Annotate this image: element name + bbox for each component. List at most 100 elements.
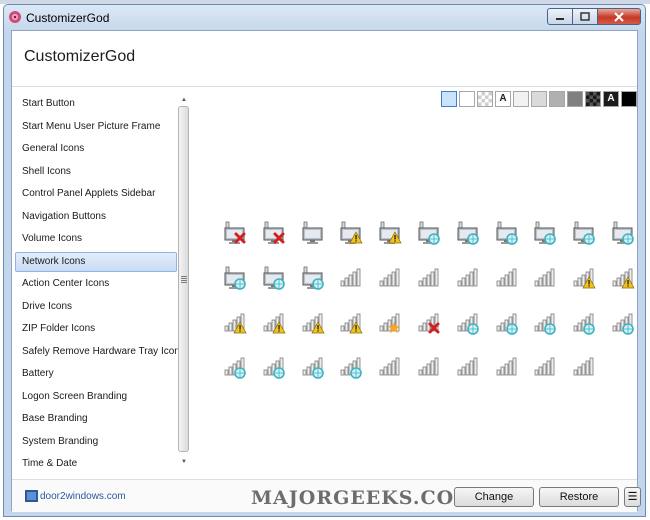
network-signal-bars-icon[interactable] [495, 266, 519, 290]
page-title: CustomizerGod [24, 48, 136, 65]
sidebar-item-battery[interactable]: Battery [15, 364, 177, 384]
network-signal-globe-icon[interactable] [611, 311, 635, 335]
network-signal-bars-icon[interactable] [378, 266, 402, 290]
network-monitor-globe-icon[interactable] [572, 221, 596, 245]
background-swatch-2[interactable] [459, 91, 475, 107]
background-swatch-5[interactable] [513, 91, 529, 107]
door2windows-logo-icon [25, 490, 38, 502]
sidebar-item-action-center-icons[interactable]: Action Center Icons [15, 274, 177, 294]
preview-background-selector: AA [441, 91, 639, 107]
header: CustomizerGod [12, 31, 637, 87]
network-monitor-globe-icon[interactable] [223, 266, 247, 290]
network-signal-warning-icon[interactable] [301, 311, 325, 335]
network-signal-globe-icon[interactable] [456, 311, 480, 335]
restore-button[interactable]: Restore [539, 487, 619, 507]
network-signal-globe-icon[interactable] [223, 355, 247, 379]
network-signal-bars-icon[interactable] [495, 355, 519, 379]
change-button[interactable]: Change [454, 487, 534, 507]
network-monitor-globe-icon[interactable] [262, 266, 286, 290]
title-bar[interactable]: CustomizerGod [4, 5, 645, 30]
category-scrollbar[interactable]: ▲ ▼ [178, 95, 190, 467]
sidebar-item-navigation-buttons[interactable]: Navigation Buttons [15, 207, 177, 227]
network-signal-globe-icon[interactable] [572, 311, 596, 335]
network-signal-warning-icon[interactable] [262, 311, 286, 335]
door2windows-link[interactable]: door2windows.com [40, 491, 126, 502]
sidebar-item-start-menu-user-picture-frame[interactable]: Start Menu User Picture Frame [15, 117, 177, 137]
sidebar-item-control-panel-applets-sidebar[interactable]: Control Panel Applets Sidebar [15, 184, 177, 204]
sidebar-item-drive-icons[interactable]: Drive Icons [15, 297, 177, 317]
sidebar-item-zip-folder-icons[interactable]: ZIP Folder Icons [15, 319, 177, 339]
sidebar-item-network-icons[interactable]: Network Icons [15, 251, 177, 272]
network-signal-bars-icon[interactable] [456, 355, 480, 379]
background-swatch-6[interactable] [531, 91, 547, 107]
app-flower-icon [9, 11, 21, 23]
background-swatch-3[interactable] [477, 91, 493, 107]
network-monitor-warning-icon[interactable] [378, 221, 402, 245]
network-monitor-icon[interactable] [301, 221, 325, 245]
main-panel: CustomizerGod Start Button Start Menu Us… [11, 30, 641, 512]
network-signal-globe-icon[interactable] [495, 311, 519, 335]
network-monitor-globe-icon[interactable] [456, 221, 480, 245]
sidebar-item-start-button[interactable]: Start Button [15, 94, 177, 114]
minimize-icon [556, 17, 564, 20]
background-swatch-10[interactable]: A [603, 91, 619, 107]
scroll-down-arrow-icon[interactable]: ▼ [178, 457, 190, 467]
network-monitor-globe-icon[interactable] [301, 266, 325, 290]
network-signal-bars-icon[interactable] [417, 355, 441, 379]
network-signal-warning-icon[interactable] [339, 311, 363, 335]
network-signal-bars-icon[interactable] [533, 266, 557, 290]
close-icon [614, 11, 624, 22]
network-monitor-globe-icon[interactable] [495, 221, 519, 245]
category-list: Start Button Start Menu User Picture Fra… [12, 92, 190, 470]
network-signal-warning-icon[interactable] [223, 311, 247, 335]
sidebar-item-volume-icons[interactable]: Volume Icons [15, 229, 177, 249]
background-swatch-8[interactable] [567, 91, 583, 107]
network-signal-bars-icon[interactable] [339, 266, 363, 290]
scrollbar-thumb[interactable] [178, 106, 189, 452]
network-signal-globe-icon[interactable] [262, 355, 286, 379]
menu-button[interactable]: ☰ [624, 487, 641, 507]
sidebar-item-time-and-date[interactable]: Time & Date [15, 454, 177, 474]
network-signal-bars-icon[interactable] [417, 266, 441, 290]
network-signal-globe-icon[interactable] [301, 355, 325, 379]
network-signal-star-icon[interactable] [378, 311, 402, 335]
maximize-icon [580, 12, 590, 21]
background-swatch-4[interactable]: A [495, 91, 511, 107]
network-signal-error-icon[interactable] [417, 311, 441, 335]
network-signal-bars-icon[interactable] [456, 266, 480, 290]
sidebar-item-safely-remove-hardware-tray-icon[interactable]: Safely Remove Hardware Tray Icon [15, 342, 180, 362]
close-button[interactable] [598, 8, 641, 25]
minimize-button[interactable] [547, 8, 573, 25]
network-signal-warning-icon[interactable] [611, 266, 635, 290]
network-signal-globe-icon[interactable] [533, 311, 557, 335]
caption-buttons [547, 8, 641, 25]
background-swatch-1[interactable] [441, 91, 457, 107]
network-monitor-globe-icon[interactable] [611, 221, 635, 245]
sidebar-item-general-icons[interactable]: General Icons [15, 139, 177, 159]
network-monitor-globe-icon[interactable] [533, 221, 557, 245]
sidebar-item-shell-icons[interactable]: Shell Icons [15, 162, 177, 182]
network-signal-warning-icon[interactable] [572, 266, 596, 290]
scroll-up-arrow-icon[interactable]: ▲ [178, 95, 190, 105]
background-swatch-7[interactable] [549, 91, 565, 107]
network-signal-bars-icon[interactable] [378, 355, 402, 379]
network-signal-bars-icon[interactable] [572, 355, 596, 379]
maximize-button[interactable] [573, 8, 598, 25]
window-title: CustomizerGod [26, 11, 110, 25]
network-signal-bars-icon[interactable] [533, 355, 557, 379]
network-monitor-error-icon[interactable] [223, 221, 247, 245]
network-icon-grid [214, 221, 635, 379]
scrollbar-grip-icon [181, 276, 187, 283]
majorgeeks-watermark: MAJORGEEKS.COM [251, 487, 477, 509]
app-window: CustomizerGod CustomizerGod Start Button… [3, 4, 646, 517]
footer: door2windows.com MAJORGEEKS.COM Change R… [12, 479, 641, 512]
network-monitor-warning-icon[interactable] [339, 221, 363, 245]
network-monitor-error-icon[interactable] [262, 221, 286, 245]
sidebar-item-base-branding[interactable]: Base Branding [15, 409, 177, 429]
background-swatch-9[interactable] [585, 91, 601, 107]
sidebar-item-system-branding[interactable]: System Branding [15, 432, 177, 452]
background-swatch-11[interactable] [621, 91, 637, 107]
sidebar-item-logon-screen-branding[interactable]: Logon Screen Branding [15, 387, 177, 407]
network-signal-globe-icon[interactable] [339, 355, 363, 379]
network-monitor-globe-icon[interactable] [417, 221, 441, 245]
